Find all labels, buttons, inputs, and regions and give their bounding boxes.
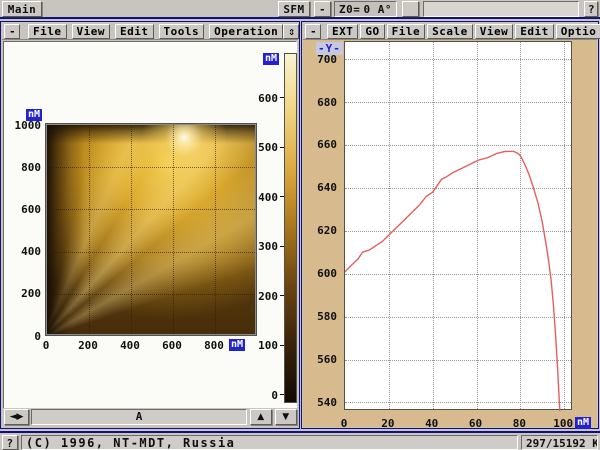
main-menu-button[interactable]: Main [2,1,42,17]
menu-item-ext[interactable]: EXT [327,24,358,39]
colorbar-tick-label: 0 [271,389,278,402]
image-grid-hline [47,294,255,295]
colorbar-tick-label: 500 [258,141,278,154]
minimize-button[interactable]: - [314,1,331,17]
spectroscopy-client-area: -Y- nM 540560580600620640660680700020406… [303,40,597,427]
image-grid-hline [47,167,255,168]
help-button[interactable]: ? [584,1,598,17]
colorbar-tick-mark [280,196,284,197]
image-grid-vline [173,125,174,334]
colorbar-tick-mark [280,147,284,148]
plot-x-tick-label: 40 [420,417,444,430]
image-grid-hline [47,252,255,253]
colorbar-tick-mark [280,246,284,247]
colorbar-tick-label: 600 [258,92,278,105]
menu-item-view[interactable]: View [72,24,111,39]
afm-topography-image[interactable] [46,124,256,335]
image-window-menu: File View Edit Tools Operation [28,24,283,39]
plot-y-tick-label: 620 [317,224,337,237]
image-x-tick-label: 0 [34,339,58,352]
spectroscopy-plot[interactable] [344,41,572,410]
colorbar-unit-badge: nM [263,53,279,65]
image-window-minimize-button[interactable]: - [4,24,20,39]
menu-item-operation[interactable]: Operation [209,24,283,39]
image-window-resize-icon[interactable]: ⇕ [283,24,299,39]
spectroscopy-menubar: - EXTGOFileScaleViewEditOptio ⇕ ? [303,23,597,40]
colorbar-tick-label: 200 [258,290,278,303]
z0-field[interactable]: Z0= 0 A° [334,1,397,17]
image-y-tick-label: 600 [21,203,41,216]
image-x-tick-label: 400 [118,339,142,352]
image-grid-vline [89,125,90,334]
colorbar-tick-mark [280,345,284,346]
menu-item-scale[interactable]: Scale [427,24,473,39]
image-x-tick-label: 800 [202,339,226,352]
image-y-tick-label: 400 [21,245,41,258]
status-help-button[interactable]: ? [2,435,18,450]
image-x-tick-label: 200 [76,339,100,352]
spectroscopy-minimize-button[interactable]: - [305,24,321,39]
plot-y-tick-label: 640 [317,181,337,194]
status-bar: ? (C) 1996, NT-MDT, Russia 297/15192 K [0,431,600,450]
menu-item-file[interactable]: File [28,24,67,39]
image-grid-vline [215,125,216,334]
plot-x-tick-label: 100 [551,417,575,430]
palette-scrollbar-row: ◄▶ A ▲ ▼ [2,408,298,427]
colorbar-tick-label: 100 [258,339,278,352]
scroll-up-button[interactable]: ▲ [250,409,272,425]
menu-item-edit[interactable]: Edit [115,24,154,39]
image-window-menubar: - FileViewEditToolsOperation ⇕ ? [2,23,298,40]
blank-button[interactable] [402,1,419,17]
plot-y-tick-label: 600 [317,267,337,280]
plot-y-tick-label: 680 [317,96,337,109]
image-client-area: nM nM nM 0100200300400500600 02004006008… [3,41,297,409]
image-y-tick-label: 200 [21,287,41,300]
image-y-tick-label: 800 [21,161,41,174]
image-window: - FileViewEditToolsOperation ⇕ ? nM nM n… [0,21,300,429]
status-copyright-text: (C) 1996, NT-MDT, Russia [21,435,518,450]
menu-item-view[interactable]: View [475,24,514,39]
z0-value: 0 A° [364,3,393,16]
menu-item-optio[interactable]: Optio [556,24,600,39]
image-x-unit-badge: nM [229,339,245,351]
plot-y-tick-label: 700 [317,53,337,66]
menu-item-tools[interactable]: Tools [159,24,205,39]
colorbar-tick-mark [280,295,284,296]
plot-x-unit-badge: nM [575,417,591,429]
colorbar-tick-label: 300 [258,240,278,253]
height-colorbar [284,53,297,403]
spectroscopy-window: - EXTGOFileScaleViewEditOptio ⇕ ? -Y- nM… [301,21,599,429]
plot-x-tick-label: 80 [507,417,531,430]
menu-item-go[interactable]: GO [360,24,384,39]
plot-y-tick-label: 560 [317,353,337,366]
menu-item-file[interactable]: File [387,24,426,39]
image-grid-vline [131,125,132,334]
image-x-tick-label: 600 [160,339,184,352]
menu-item-edit[interactable]: Edit [515,24,554,39]
command-input[interactable] [423,1,579,17]
image-y-tick-label: 1000 [15,119,42,132]
title-bar: Main SFM - Z0= 0 A° ? [0,0,600,19]
palette-scrollbar-track[interactable]: A [31,409,247,425]
plot-x-tick-label: 0 [332,417,356,430]
plot-y-tick-label: 580 [317,310,337,323]
plot-y-tick-label: 660 [317,138,337,151]
sfm-application-window: Main SFM - Z0= 0 A° ? - FileViewEditTool… [0,0,600,450]
z0-label: Z0= [339,3,360,16]
colorbar-tick-label: 400 [258,191,278,204]
colorbar-tick-mark [280,97,284,98]
spectroscopy-menu: EXTGOFileScaleViewEditOptio [327,24,600,39]
status-memory-text: 297/15192 K [521,435,598,450]
spectroscopy-curve [345,42,573,411]
image-grid-hline [47,209,255,210]
plot-x-tick-label: 60 [464,417,488,430]
sfm-mode-button[interactable]: SFM [278,1,310,17]
scroll-down-button[interactable]: ▼ [275,409,297,425]
plot-x-tick-label: 20 [376,417,400,430]
colorbar-tick-mark [280,394,284,395]
scroll-shift-button[interactable]: ◄▶ [4,409,29,425]
plot-y-tick-label: 540 [317,396,337,409]
